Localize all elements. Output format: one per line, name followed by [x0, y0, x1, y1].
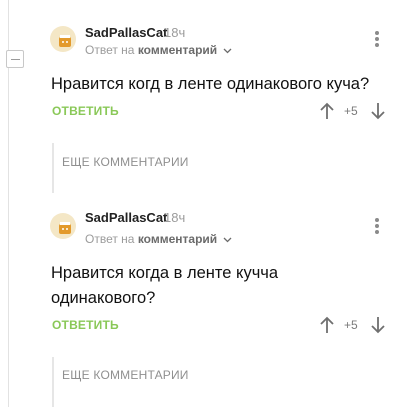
avatar[interactable]: [50, 26, 76, 52]
reply-prefix: Ответ на: [85, 43, 135, 57]
arrow-up-icon[interactable]: [320, 316, 334, 334]
arrow-down-icon[interactable]: [371, 316, 385, 334]
minus-icon: [10, 58, 20, 60]
rating-value: +5: [344, 104, 358, 118]
arrow-up-icon[interactable]: [320, 102, 334, 120]
reply-target-link[interactable]: комментарий: [138, 232, 217, 246]
more-vertical-icon[interactable]: [372, 29, 382, 49]
comment-author[interactable]: SadPallasCat: [85, 210, 167, 225]
comment-time: 18ч: [164, 210, 186, 225]
reply-prefix: Ответ на: [85, 232, 135, 246]
reply-to[interactable]: Ответ на комментарий: [85, 232, 232, 246]
comment-text: Нравится когда в ленте кучча одинакового…: [51, 264, 279, 307]
reply-button[interactable]: ОТВЕТИТЬ: [52, 104, 119, 118]
rating-value: +5: [344, 318, 358, 332]
comment-text: Нравится когд в ленте одинакового куча?: [51, 75, 370, 93]
comment-time: 18ч: [164, 25, 186, 40]
collapse-thread-button[interactable]: [6, 50, 24, 68]
avatar[interactable]: [50, 213, 76, 239]
reply-button[interactable]: ОТВЕТИТЬ: [52, 318, 119, 332]
more-comments-link[interactable]: ЕЩЕ КОММЕНТАРИИ: [62, 155, 189, 169]
more-comments-bar: [52, 143, 54, 193]
more-comments-link[interactable]: ЕЩЕ КОММЕНТАРИИ: [62, 368, 189, 382]
comment-author[interactable]: SadPallasCat: [85, 25, 167, 40]
more-vertical-icon[interactable]: [372, 216, 382, 236]
reply-to[interactable]: Ответ на комментарий: [85, 43, 232, 57]
chevron-down-icon: [223, 237, 231, 243]
more-comments-bar: [52, 357, 54, 407]
arrow-down-icon[interactable]: [371, 102, 385, 120]
reply-target-link[interactable]: комментарий: [138, 43, 217, 57]
chevron-down-icon: [223, 48, 231, 54]
